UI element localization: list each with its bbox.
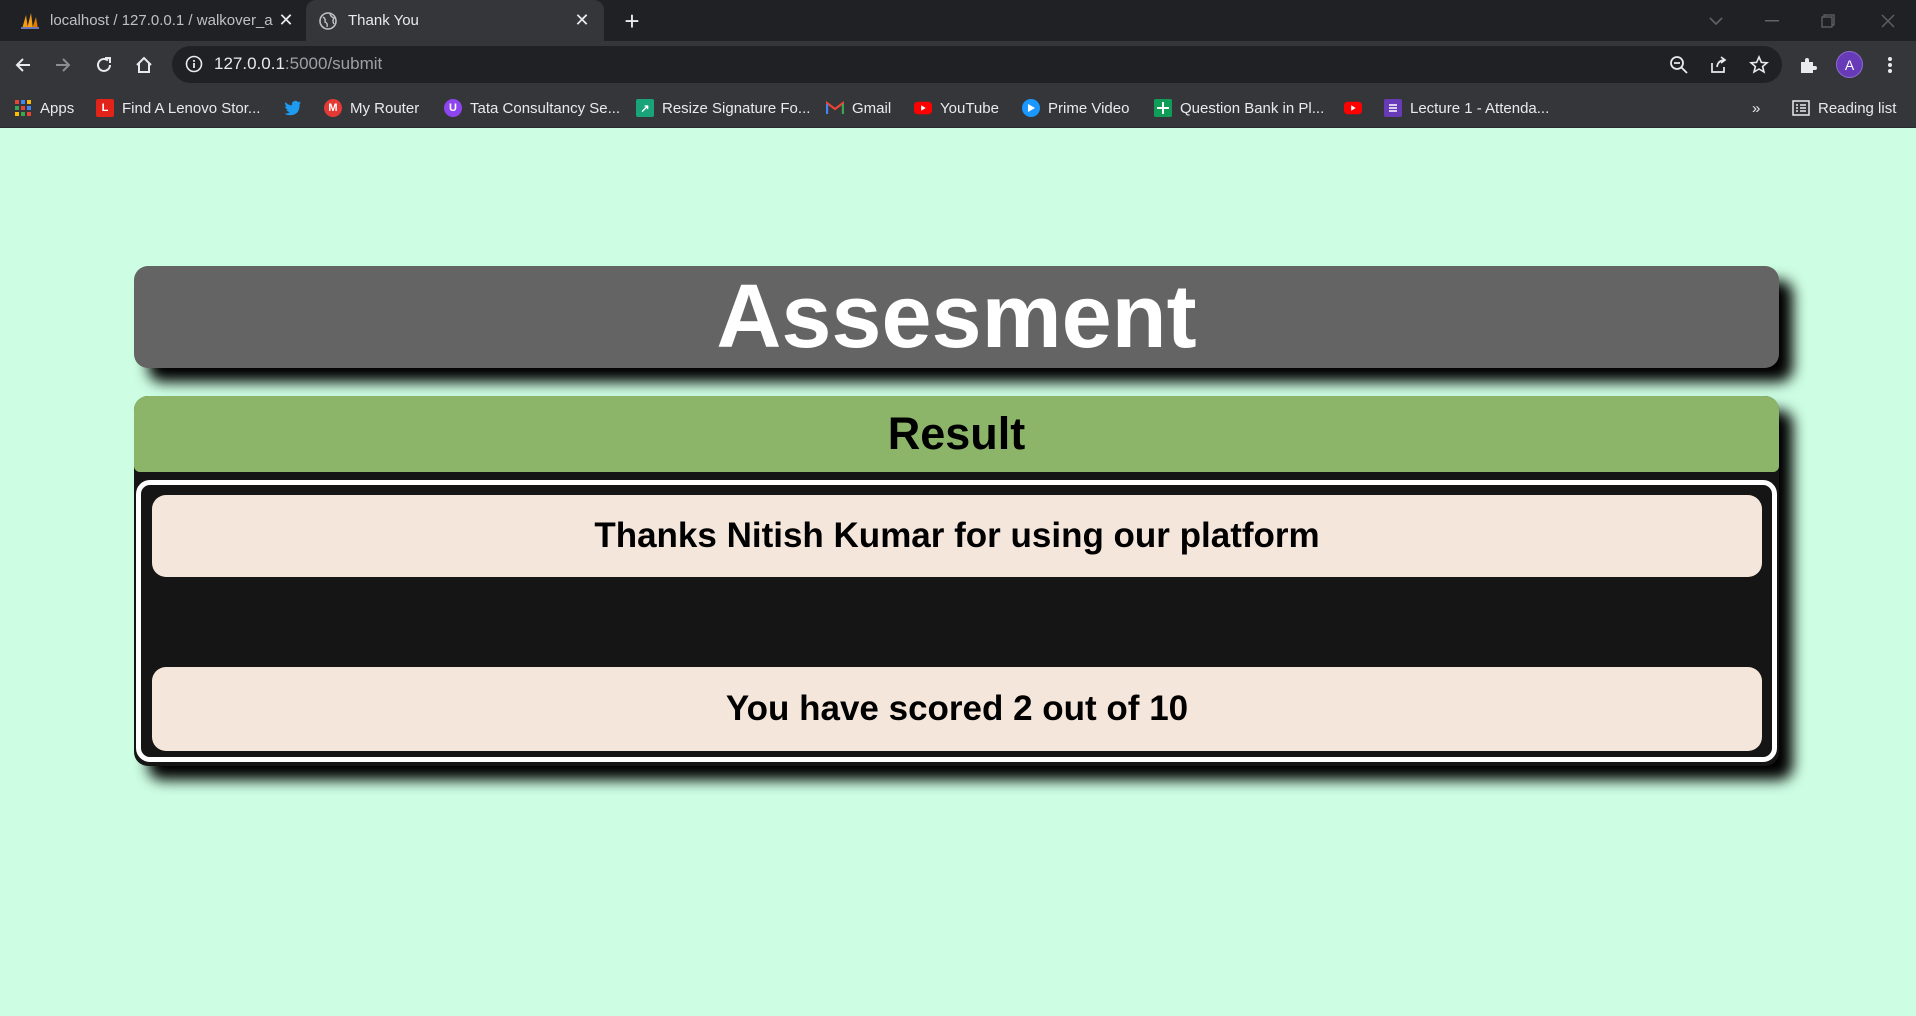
bookmark-lenovo[interactable]: L Find A Lenovo Stor... bbox=[96, 96, 260, 120]
forward-icon[interactable] bbox=[47, 49, 79, 81]
menu-kebab-icon[interactable] bbox=[1874, 49, 1906, 81]
zoom-icon[interactable] bbox=[1666, 52, 1692, 78]
forms-icon bbox=[1384, 99, 1402, 117]
page-title: Assesment bbox=[716, 267, 1197, 367]
bookmark-resize-signature[interactable]: ↗ Resize Signature Fo... bbox=[636, 96, 810, 120]
bookmark-label: Resize Signature Fo... bbox=[662, 99, 811, 117]
bookmark-youtube-2[interactable] bbox=[1344, 96, 1370, 120]
assessment-header: Assesment bbox=[134, 266, 1779, 368]
url-text[interactable]: 127.0.0.1:5000/submit bbox=[214, 54, 382, 74]
extensions-icon[interactable] bbox=[1792, 49, 1824, 81]
bookmark-tcs[interactable]: U Tata Consultancy Se... bbox=[444, 96, 620, 120]
apps-grid-icon bbox=[14, 99, 32, 117]
gmail-icon bbox=[826, 99, 844, 117]
restore-icon[interactable] bbox=[1800, 0, 1856, 41]
bookmark-apps[interactable]: Apps bbox=[14, 96, 74, 120]
tab-search-icon[interactable] bbox=[1688, 0, 1744, 41]
youtube-icon bbox=[1344, 99, 1362, 117]
bookmark-youtube[interactable]: YouTube bbox=[914, 96, 999, 120]
result-header: Result bbox=[134, 396, 1779, 472]
lenovo-icon: L bbox=[96, 99, 114, 117]
close-window-icon[interactable] bbox=[1860, 0, 1916, 41]
tab-thank-you[interactable]: Thank You ✕ bbox=[306, 0, 604, 41]
prime-video-icon bbox=[1022, 99, 1040, 117]
tab-title: Thank You bbox=[348, 12, 419, 29]
bookmark-label: YouTube bbox=[940, 99, 999, 117]
profile-avatar[interactable]: A bbox=[1836, 51, 1863, 78]
phpmyadmin-icon bbox=[20, 11, 40, 31]
bookmark-label: Apps bbox=[40, 99, 75, 117]
reload-icon[interactable] bbox=[88, 49, 120, 81]
bookmark-star-icon[interactable] bbox=[1746, 52, 1772, 78]
tab-phpmyadmin[interactable]: localhost / 127.0.0.1 / walkover_a ✕ bbox=[10, 0, 306, 41]
bookmark-lecture[interactable]: Lecture 1 - Attenda... bbox=[1384, 96, 1549, 120]
bookmark-label: Gmail bbox=[852, 99, 892, 117]
globe-icon bbox=[318, 11, 338, 31]
site-info-icon[interactable] bbox=[184, 54, 204, 74]
youtube-icon bbox=[914, 99, 932, 117]
score-message: You have scored 2 out of 10 bbox=[152, 667, 1762, 751]
sheets-icon bbox=[1154, 99, 1172, 117]
bookmarks-bar: Apps L Find A Lenovo Stor... M My Router… bbox=[0, 88, 1916, 128]
twitter-icon bbox=[284, 99, 302, 117]
tab-strip: localhost / 127.0.0.1 / walkover_a ✕ Tha… bbox=[0, 0, 1916, 41]
bookmark-label: Question Bank in Pl... bbox=[1180, 99, 1325, 117]
bookmark-question-bank[interactable]: Question Bank in Pl... bbox=[1154, 96, 1324, 120]
reading-list-label: Reading list bbox=[1818, 99, 1897, 117]
home-icon[interactable] bbox=[128, 49, 160, 81]
browser-toolbar: 127.0.0.1:5000/submit A bbox=[0, 41, 1916, 88]
tab-title: localhost / 127.0.0.1 / walkover_a bbox=[50, 12, 273, 29]
result-box: Thanks Nitish Kumar for using our platfo… bbox=[136, 480, 1777, 762]
back-icon[interactable] bbox=[7, 49, 39, 81]
close-tab-icon[interactable]: ✕ bbox=[572, 10, 592, 31]
bookmark-label: My Router bbox=[350, 99, 420, 117]
tcs-icon: U bbox=[444, 99, 462, 117]
new-tab-icon[interactable]: + bbox=[618, 8, 646, 36]
thanks-message: Thanks Nitish Kumar for using our platfo… bbox=[152, 495, 1762, 577]
bookmark-label: Lecture 1 - Attenda... bbox=[1410, 99, 1550, 117]
bookmarks-overflow[interactable]: » bbox=[1752, 96, 1760, 120]
close-tab-icon[interactable]: ✕ bbox=[276, 10, 296, 31]
address-bar[interactable]: 127.0.0.1:5000/submit bbox=[172, 46, 1782, 83]
bookmark-label: Prime Video bbox=[1048, 99, 1130, 117]
bookmark-prime-video[interactable]: Prime Video bbox=[1022, 96, 1129, 120]
router-icon: M bbox=[324, 99, 342, 117]
share-icon[interactable] bbox=[1706, 52, 1732, 78]
reading-list-icon bbox=[1792, 99, 1810, 117]
bookmark-my-router[interactable]: M My Router bbox=[324, 96, 419, 120]
bookmark-label: Tata Consultancy Se... bbox=[470, 99, 621, 117]
reading-list[interactable]: Reading list bbox=[1792, 96, 1896, 120]
bookmark-gmail[interactable]: Gmail bbox=[826, 96, 891, 120]
bookmark-twitter[interactable] bbox=[284, 96, 310, 120]
bookmark-label: Find A Lenovo Stor... bbox=[122, 99, 261, 117]
result-panel: Result Thanks Nitish Kumar for using our… bbox=[134, 396, 1779, 766]
minimize-icon[interactable] bbox=[1744, 0, 1800, 41]
result-heading: Result bbox=[887, 408, 1026, 459]
resize-icon: ↗ bbox=[636, 99, 654, 117]
